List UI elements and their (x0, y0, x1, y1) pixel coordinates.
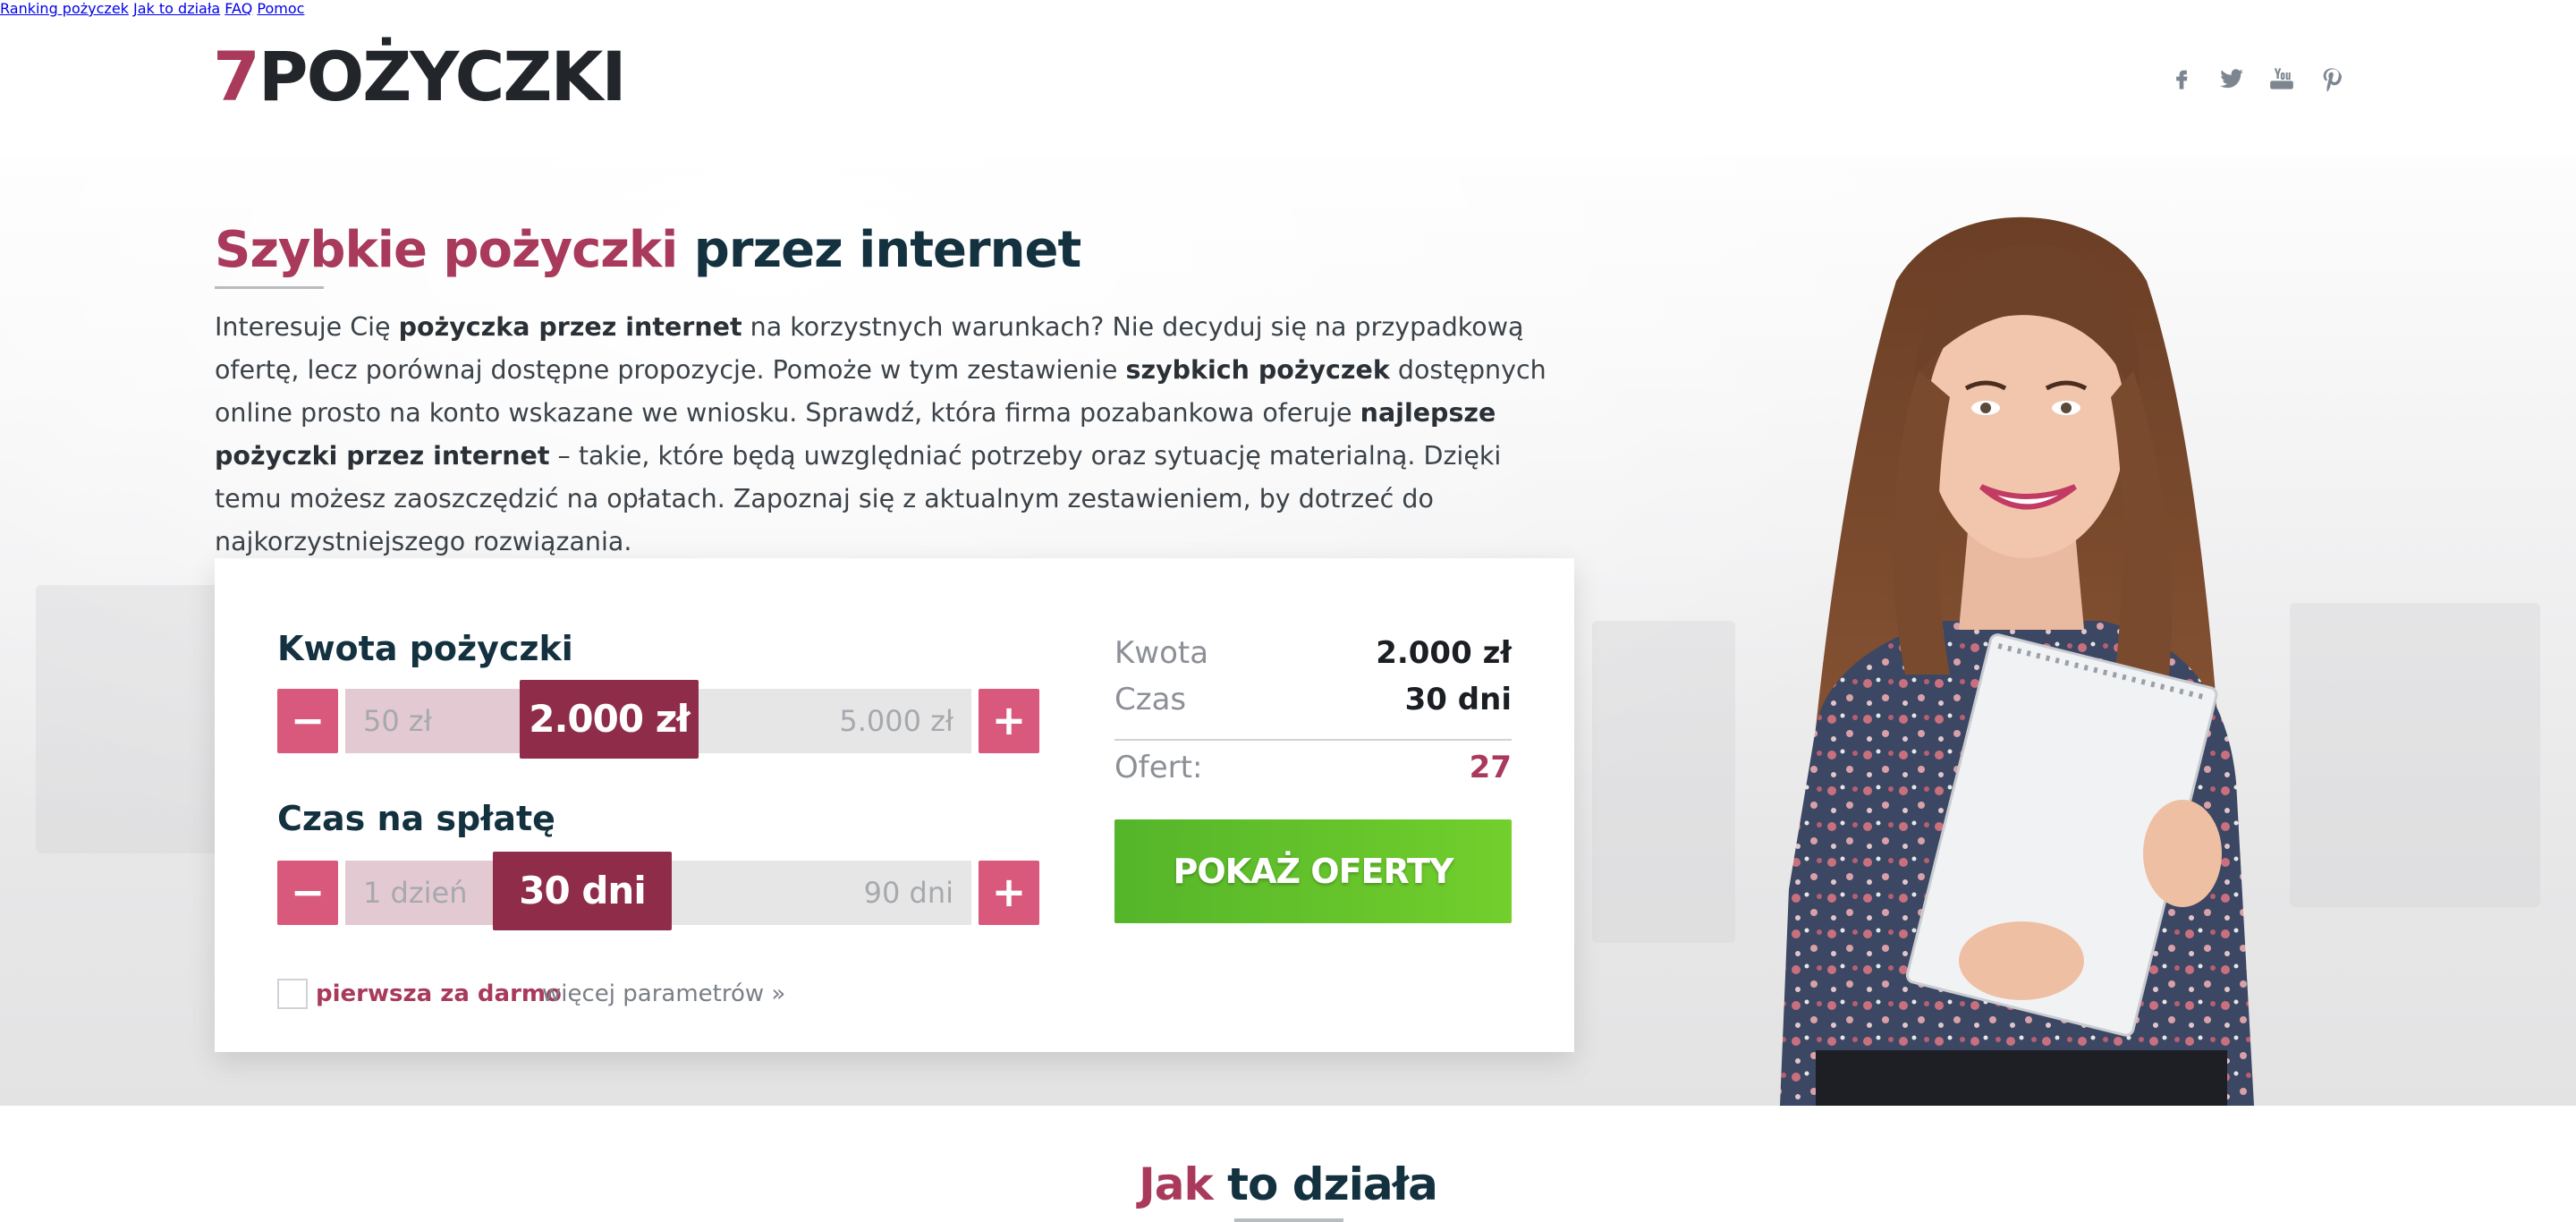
pinterest-icon[interactable] (2315, 61, 2349, 97)
hero-title-accent: Szybkie pożyczki (215, 221, 678, 279)
summary-amount-key: Kwota (1114, 635, 1209, 671)
term-slider[interactable]: 1 dzień 90 dni 30 dni (345, 852, 971, 930)
nav-item-ranking[interactable]: Ranking pożyczek (0, 0, 129, 17)
youtube-icon[interactable] (2265, 61, 2299, 97)
summary-amount-value: 2.000 zł (1376, 635, 1512, 671)
loan-calculator: Kwota pożyczki − 50 zł 5.000 zł 2.000 zł… (215, 558, 1574, 1052)
show-offers-button[interactable]: POKAŻ OFERTY (1114, 819, 1512, 923)
facebook-icon[interactable] (2165, 61, 2199, 97)
twitter-icon[interactable] (2215, 61, 2249, 97)
first-free-checkbox[interactable] (277, 979, 308, 1009)
how-it-works-title-rest: to działa (1212, 1158, 1438, 1210)
how-it-works-underline (1234, 1218, 1343, 1222)
intro-text: Interesuje Cię (215, 312, 399, 342)
amount-slider-max: 5.000 zł (839, 704, 953, 738)
site-logo[interactable]: 7POŻYCZKI (213, 34, 627, 120)
summary-offers-row: Ofert: 27 (1114, 744, 1512, 791)
background-decoration (36, 585, 233, 853)
hero-title: Szybkie pożyczki przez internet (215, 218, 1081, 283)
summary-offers-key: Ofert: (1114, 750, 1203, 785)
nav-item-how-it-works[interactable]: Jak to działa (133, 0, 220, 17)
summary-time-key: Czas (1114, 682, 1187, 717)
title-underline (215, 286, 324, 289)
term-minus-button[interactable]: − (277, 861, 338, 925)
logo-number: 7 (213, 37, 260, 116)
amount-slider[interactable]: 50 zł 5.000 zł 2.000 zł (345, 680, 971, 759)
more-parameters-link[interactable]: więcej parametrów » (542, 977, 785, 1011)
summary-divider (1114, 739, 1512, 741)
summary-time-value: 30 dni (1404, 682, 1512, 717)
term-slider-min: 1 dzień (363, 876, 468, 910)
logo-text: POŻYCZKI (258, 37, 627, 116)
how-it-works-title: Jak to działa (0, 1156, 2576, 1213)
first-free-label[interactable]: pierwsza za darmo (316, 977, 562, 1011)
site-header: 7POŻYCZKI Ranking pożyczek Jak to działa… (0, 0, 2576, 156)
amount-slider-min: 50 zł (363, 704, 432, 738)
amount-plus-button[interactable]: + (979, 689, 1039, 753)
summary-offers-count: 27 (1469, 750, 1512, 785)
hero-title-rest: przez internet (677, 221, 1081, 279)
woman-with-notebook-photo (1780, 216, 2254, 1106)
amount-slider-handle[interactable]: 2.000 zł (520, 680, 699, 759)
nav-item-help[interactable]: Pomoc (257, 0, 304, 17)
how-it-works-section: Jak to działa (0, 1106, 2576, 1222)
intro-emphasis: pożyczka przez internet (398, 312, 742, 342)
nav-item-faq[interactable]: FAQ (225, 0, 252, 17)
term-label: Czas na spłatę (277, 799, 555, 838)
hero-intro-text: Interesuje Cię pożyczka przez internet n… (215, 306, 1574, 564)
hero-section: Szybkie pożyczki przez internet Interesu… (0, 156, 2576, 1106)
term-plus-button[interactable]: + (979, 861, 1039, 925)
term-slider-handle[interactable]: 30 dni (493, 852, 672, 930)
how-it-works-title-accent: Jak (1139, 1158, 1214, 1210)
amount-minus-button[interactable]: − (277, 689, 338, 753)
summary-time-row: Czas 30 dni (1114, 676, 1512, 723)
amount-label: Kwota pożyczki (277, 629, 573, 668)
term-slider-max: 90 dni (863, 876, 953, 910)
summary-amount-row: Kwota 2.000 zł (1114, 630, 1512, 676)
intro-emphasis: szybkich pożyczek (1125, 355, 1390, 385)
main-nav: Ranking pożyczek Jak to działa FAQ Pomoc (0, 0, 2576, 17)
